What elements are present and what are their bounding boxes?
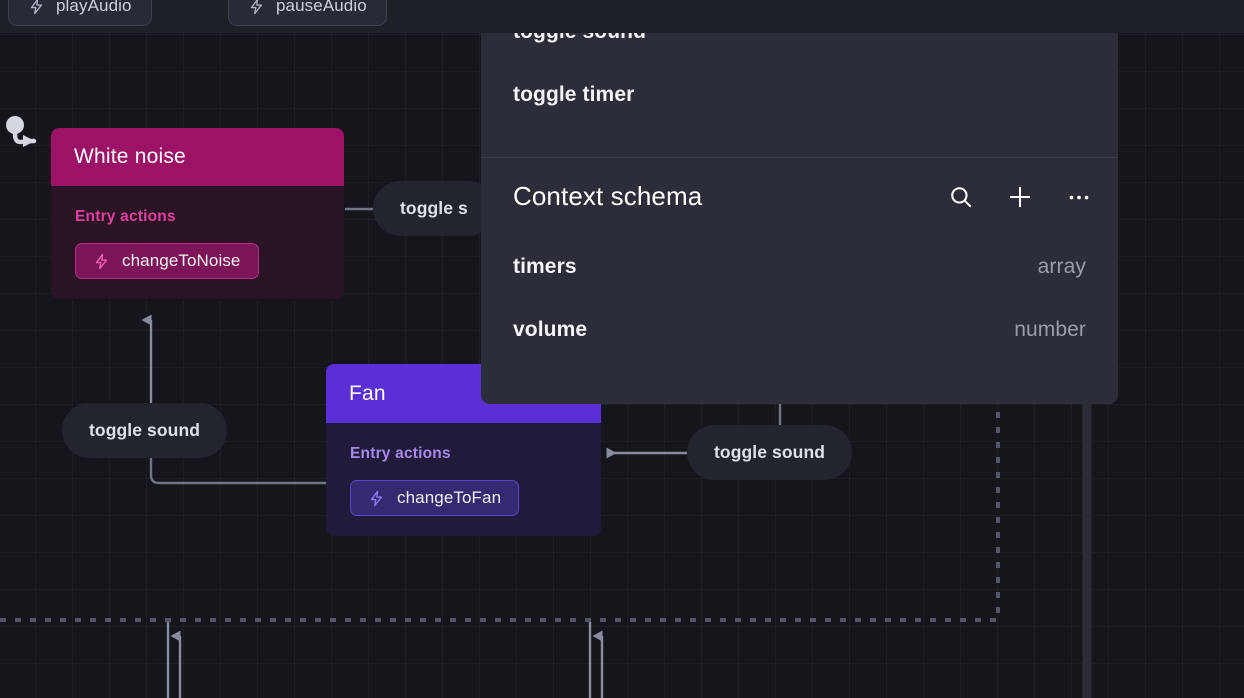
menu-item-label: toggle timer [513, 83, 634, 107]
action-label: changeToNoise [122, 251, 241, 271]
search-icon[interactable] [948, 184, 974, 210]
event-pill-toggle-sound-left[interactable]: toggle sound [62, 403, 227, 458]
bolt-icon [93, 252, 110, 271]
state-node-body: Entry actions changeToFan [326, 423, 601, 536]
event-pill-label: toggle sound [714, 442, 825, 463]
app-root: White noise Entry actions changeToNoise … [0, 0, 1244, 698]
edge-togglesound-elbow [151, 458, 327, 483]
bolt-icon [368, 489, 385, 508]
menu-item-toggle-timer[interactable]: toggle timer [481, 63, 1118, 126]
action-chip-label: playAudio [56, 0, 132, 16]
event-pill-label: toggle s [400, 198, 468, 219]
entry-actions-label: Entry actions [51, 208, 344, 226]
action-chip-playAudio[interactable]: playAudio [8, 0, 152, 26]
context-schema-title: Context schema [513, 181, 948, 212]
state-node-header[interactable]: White noise [51, 128, 344, 186]
more-icon[interactable] [1066, 184, 1092, 210]
schema-row-volume[interactable]: volume number [481, 298, 1118, 361]
state-node-title: Fan [349, 382, 386, 406]
action-chip-label: pauseAudio [276, 0, 367, 16]
schema-type: array [1038, 255, 1086, 279]
plus-icon[interactable] [1007, 184, 1033, 210]
schema-key: timers [513, 255, 1038, 279]
schema-row-timers[interactable]: timers array [481, 235, 1118, 298]
initial-state-marker [6, 116, 34, 142]
entry-actions-label: Entry actions [326, 445, 601, 463]
action-changeToNoise[interactable]: changeToNoise [75, 243, 259, 279]
schema-type: number [1014, 318, 1086, 342]
schema-key: volume [513, 318, 1014, 342]
context-schema-actions [948, 184, 1092, 210]
actions-toolbar: playAudio pauseAudio [0, 0, 1244, 33]
state-node-white-noise[interactable]: White noise Entry actions changeToNoise [51, 128, 344, 299]
bolt-icon [28, 0, 45, 16]
action-changeToFan[interactable]: changeToFan [350, 480, 519, 516]
bolt-icon [248, 0, 265, 16]
action-chip-pauseAudio[interactable]: pauseAudio [228, 0, 387, 26]
context-schema-header: Context schema [481, 158, 1118, 235]
event-pill-toggle-sound-right[interactable]: toggle sound [687, 425, 852, 480]
inspector-panel: toggle sound toggle timer Context schema [481, 0, 1118, 404]
state-node-title: White noise [74, 145, 186, 169]
state-node-body: Entry actions changeToNoise [51, 186, 344, 299]
event-pill-label: toggle sound [89, 420, 200, 441]
action-label: changeToFan [397, 488, 501, 508]
event-pill-toggle-sound-whitenoise[interactable]: toggle s [373, 181, 495, 236]
